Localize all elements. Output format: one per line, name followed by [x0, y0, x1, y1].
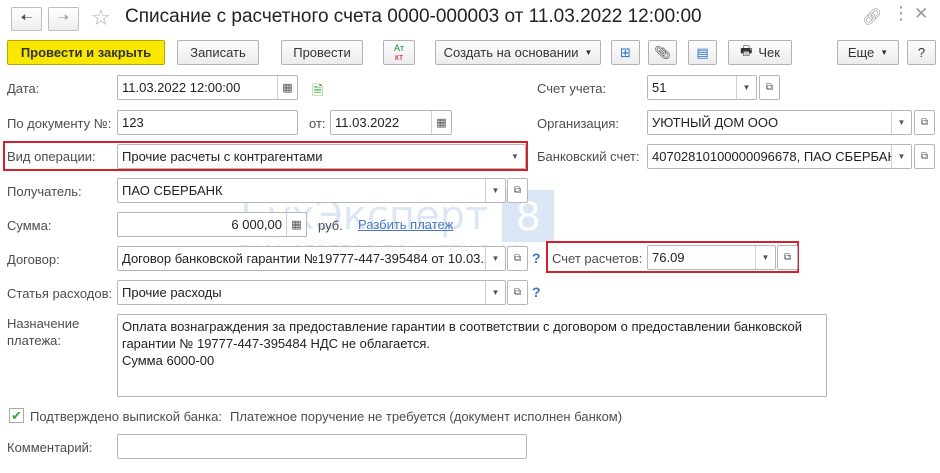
payment-purpose-label: Назначение платежа: — [7, 316, 80, 348]
account-value: 51 — [652, 80, 667, 95]
chevron-down-icon[interactable]: ▼ — [891, 111, 911, 134]
recipient-field[interactable]: ПАО СБЕРБАНК ▼ — [117, 178, 506, 203]
forward-button[interactable]: 🠢 — [48, 7, 79, 31]
help-question-icon[interactable]: ? — [532, 250, 541, 266]
attach-button[interactable]: 📎︎ — [648, 40, 677, 65]
receipt-label: Чек — [758, 45, 780, 60]
more-button[interactable]: Еще ▼ — [837, 40, 899, 65]
doc-number-label: По документу №: — [7, 116, 112, 131]
chevron-down-icon[interactable]: ▼ — [485, 179, 505, 202]
bank-account-value: 40702810100000096678, ПАО СБЕРБАНК — [652, 149, 891, 164]
settlement-account-field[interactable]: 76.09 ▼ — [647, 245, 776, 270]
help-button[interactable]: ? — [907, 40, 936, 65]
open-icon[interactable]: ⧉ — [914, 144, 935, 169]
dt-kt-button[interactable]: Ат кт — [383, 40, 415, 65]
chevron-down-icon[interactable]: ▼ — [505, 145, 525, 168]
dt-kt-icon-bottom: кт — [394, 51, 404, 62]
checkmark-icon: ✔ — [11, 407, 22, 423]
account-field[interactable]: 51 ▼ — [647, 75, 757, 100]
payment-purpose-field[interactable]: Оплата вознаграждения за предоставление … — [117, 314, 827, 397]
bank-account-label: Банковский счет: — [537, 149, 640, 164]
menu-dots-icon[interactable]: ⋮ — [892, 3, 910, 24]
calendar-icon[interactable]: ▦ — [277, 76, 297, 99]
paperclip-icon: 📎︎ — [654, 44, 671, 60]
comment-label: Комментарий: — [7, 440, 93, 455]
expense-item-value: Прочие расходы — [122, 285, 222, 300]
operation-type-label: Вид операции: — [7, 149, 96, 164]
settlement-account-label: Счет расчетов: — [552, 251, 643, 266]
close-icon[interactable]: ✕ — [914, 4, 928, 24]
sum-field[interactable]: 6 000,00 ▦ — [117, 212, 307, 237]
write-button[interactable]: Записать — [177, 40, 259, 65]
print-button[interactable]: ▤ — [688, 40, 717, 65]
open-icon[interactable]: ⧉ — [507, 280, 528, 305]
chevron-down-icon[interactable]: ▼ — [755, 246, 775, 269]
settlement-account-value: 76.09 — [652, 250, 685, 265]
confirmed-label: Подтверждено выпиской банка: — [30, 409, 222, 424]
arrow-left-icon: 🠠 — [20, 9, 33, 25]
cash-register-icon: 🖶︎ — [740, 42, 753, 58]
receipt-button[interactable]: 🖶︎ Чек — [728, 40, 792, 65]
chevron-down-icon[interactable]: ▼ — [891, 145, 911, 168]
recipient-value: ПАО СБЕРБАНК — [122, 183, 223, 198]
more-label: Еще — [847, 45, 875, 60]
post-button[interactable]: Провести — [281, 40, 363, 65]
chevron-down-icon: ▼ — [880, 48, 889, 57]
chevron-down-icon: ▼ — [584, 48, 593, 57]
date-value: 11.03.2022 12:00:00 — [122, 80, 241, 95]
from-date-field[interactable]: 11.03.2022 ▦ — [330, 110, 452, 135]
open-icon[interactable]: ⧉ — [507, 246, 528, 271]
operation-type-value: Прочие расчеты с контрагентами — [122, 149, 323, 164]
hierarchy-icon: ⊞ — [620, 44, 631, 60]
favorite-star-icon[interactable]: ☆ — [91, 5, 111, 31]
operation-type-field[interactable]: Прочие расчеты с контрагентами ▼ — [117, 144, 526, 169]
open-icon[interactable]: ⧉ — [777, 245, 798, 270]
sum-label: Сумма: — [7, 218, 52, 233]
doc-number-field[interactable]: 123 — [117, 110, 298, 135]
contract-label: Договор: — [7, 252, 60, 267]
create-based-on-label: Создать на основании — [443, 45, 579, 60]
calculator-icon[interactable]: ▦ — [286, 213, 306, 236]
bank-account-field[interactable]: 40702810100000096678, ПАО СБЕРБАНК ▼ — [647, 144, 912, 169]
comment-field[interactable] — [117, 434, 527, 459]
confirmed-checkbox[interactable]: ✔ — [9, 408, 24, 423]
contract-value: Договор банковской гарантии №19777-447-3… — [122, 251, 485, 266]
open-icon[interactable]: ⧉ — [759, 75, 780, 100]
payment-order-note: Платежное поручение не требуется (докуме… — [230, 409, 623, 424]
organization-field[interactable]: УЮТНЫЙ ДОМ ООО ▼ — [647, 110, 912, 135]
open-icon[interactable]: ⧉ — [914, 110, 935, 135]
create-based-on-button[interactable]: Создать на основании ▼ — [435, 40, 601, 65]
open-icon[interactable]: ⧉ — [507, 178, 528, 203]
from-date-value: 11.03.2022 — [335, 115, 400, 130]
chevron-down-icon[interactable]: ▼ — [736, 76, 756, 99]
help-question-icon[interactable]: ? — [532, 284, 541, 300]
chevron-down-icon[interactable]: ▼ — [485, 281, 505, 304]
page-title: Списание с расчетного счета 0000-000003 … — [125, 6, 702, 27]
document-check-icon[interactable]: 🗎︎ — [312, 80, 323, 104]
split-payment-link[interactable]: Разбить платеж — [358, 217, 453, 232]
organization-label: Организация: — [537, 116, 620, 131]
date-label: Дата: — [7, 81, 40, 96]
doc-number-value: 123 — [122, 115, 144, 130]
structure-button[interactable]: ⊞ — [611, 40, 640, 65]
contract-field[interactable]: Договор банковской гарантии №19777-447-3… — [117, 246, 506, 271]
date-field[interactable]: 11.03.2022 12:00:00 ▦ — [117, 75, 298, 100]
document-list-icon: ▤ — [696, 44, 709, 60]
expense-item-label: Статья расходов: — [7, 286, 113, 301]
arrow-right-icon: 🠢 — [57, 9, 70, 25]
calendar-icon[interactable]: ▦ — [431, 111, 451, 134]
link-icon[interactable]: 🔗︎ — [862, 7, 882, 27]
currency-label: руб. — [318, 218, 343, 233]
from-label: от: — [309, 116, 326, 131]
back-button[interactable]: 🠠 — [11, 7, 42, 31]
post-and-close-button[interactable]: Провести и закрыть — [7, 40, 165, 65]
organization-value: УЮТНЫЙ ДОМ ООО — [652, 115, 779, 130]
chevron-down-icon[interactable]: ▼ — [485, 247, 505, 270]
recipient-label: Получатель: — [7, 184, 82, 199]
expense-item-field[interactable]: Прочие расходы ▼ — [117, 280, 506, 305]
account-label: Счет учета: — [537, 81, 607, 96]
sum-value: 6 000,00 — [231, 217, 282, 232]
